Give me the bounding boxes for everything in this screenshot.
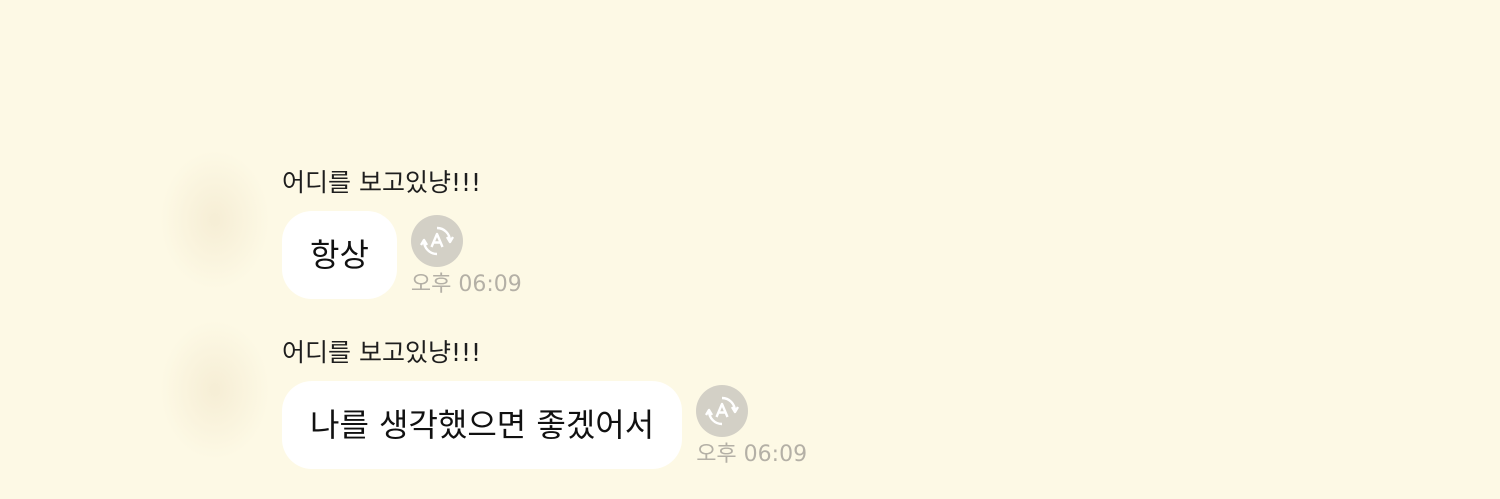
sender-avatar[interactable] bbox=[160, 320, 270, 460]
message-group: 어디를 보고있냥!!! 나를 생각했으면 좋겠어서 오후 06:09 bbox=[282, 333, 807, 469]
message-group: 어디를 보고있냥!!! 항상 오후 06:09 bbox=[282, 163, 522, 299]
message-row: 나를 생각했으면 좋겠어서 오후 06:09 bbox=[282, 381, 807, 469]
message-bubble[interactable]: 항상 bbox=[282, 211, 397, 299]
message-bubble[interactable]: 나를 생각했으면 좋겠어서 bbox=[282, 381, 683, 469]
message-time: 오후 06:09 bbox=[696, 442, 808, 467]
auto-translate-icon[interactable] bbox=[410, 215, 463, 267]
sender-avatar[interactable] bbox=[160, 150, 270, 290]
message-time: 오후 06:09 bbox=[410, 272, 522, 297]
auto-translate-icon[interactable] bbox=[696, 385, 749, 437]
sender-name: 어디를 보고있냥!!! bbox=[282, 338, 482, 367]
message-meta: 오후 06:09 bbox=[410, 215, 522, 299]
message-row: 항상 오후 06:09 bbox=[282, 211, 522, 299]
sender-name: 어디를 보고있냥!!! bbox=[282, 168, 482, 197]
chat-area: 어디를 보고있냥!!! 항상 오후 06:09 어디를 보고있냥!!! 나를 생… bbox=[0, 0, 1500, 499]
message-meta: 오후 06:09 bbox=[696, 385, 807, 469]
